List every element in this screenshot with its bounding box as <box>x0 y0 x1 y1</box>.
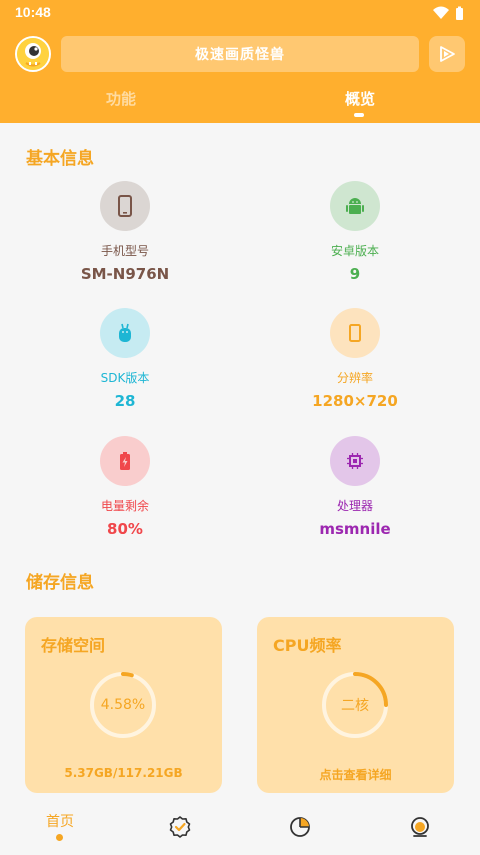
info-label: 分辨率 <box>336 371 373 385</box>
app-title-bar[interactable]: 极速画质怪兽 <box>61 36 419 72</box>
tab-indicator <box>354 113 364 117</box>
info-value: 9 <box>349 265 361 283</box>
profile-icon <box>411 817 429 837</box>
info-value: SM-N976N <box>80 265 170 283</box>
pie-chart-icon <box>290 817 310 837</box>
storage-usage: 5.37GB/117.21GB <box>64 766 183 780</box>
cpu-details-link[interactable]: 点击查看详细 <box>257 766 454 783</box>
status-time: 10:48 <box>15 4 51 20</box>
basic-info-title: 基本信息 <box>26 149 94 169</box>
cpu-card[interactable]: CPU频率 二核 点击查看详细 <box>257 617 454 793</box>
info-item-phone-model: 手机型号 SM-N976N <box>45 181 205 283</box>
tab-functions[interactable]: 功能 <box>106 88 136 109</box>
storage-card[interactable]: 存储空间 4.58% 5.37GB/117.21GB <box>25 617 222 793</box>
cpu-card-title: CPU频率 <box>273 636 342 655</box>
status-icons <box>433 6 463 20</box>
battery-status-icon <box>456 6 463 20</box>
bottom-nav: 首页 <box>0 797 480 855</box>
info-value: msmnile <box>319 520 391 538</box>
play-icon <box>440 46 455 62</box>
screen-icon <box>330 308 380 358</box>
play-button[interactable] <box>429 36 465 72</box>
nav-badge[interactable] <box>120 797 240 855</box>
status-bar: 10:48 <box>0 0 480 26</box>
phone-icon <box>100 181 150 231</box>
app-header: 10:48 极速画质怪兽 功能 概览 <box>0 0 480 123</box>
info-label: 手机型号 <box>100 244 149 258</box>
info-item-resolution: 分辨率 1280×720 <box>275 308 435 410</box>
nav-home-label: 首页 <box>46 814 74 830</box>
nav-home[interactable]: 首页 <box>0 797 120 855</box>
info-item-android-version: 安卓版本 9 <box>275 181 435 283</box>
info-label: 电量剩余 <box>100 499 149 513</box>
info-label: 安卓版本 <box>330 244 379 258</box>
nav-profile[interactable] <box>360 797 480 855</box>
app-title: 极速画质怪兽 <box>195 47 285 63</box>
badge-check-icon <box>169 816 191 838</box>
tab-overview[interactable]: 概览 <box>345 88 375 109</box>
info-item-processor: 处理器 msmnile <box>275 436 435 538</box>
phone-screen: 10:48 极速画质怪兽 功能 概览 基本信息 手机型号 SM-N976N 安卓… <box>0 0 480 855</box>
cpu-core-count: 二核 <box>341 698 369 714</box>
info-item-battery: 电量剩余 80% <box>45 436 205 538</box>
android-icon <box>330 181 380 231</box>
battery-icon <box>100 436 150 486</box>
wifi-icon <box>433 6 449 19</box>
overview-content[interactable]: 基本信息 手机型号 SM-N976N 安卓版本 9 SDK版本 28 分辨率 1… <box>0 123 480 793</box>
info-label: 处理器 <box>336 499 373 513</box>
info-value: 1280×720 <box>312 392 398 410</box>
avatar[interactable] <box>15 36 51 72</box>
storage-percent: 4.58% <box>100 697 146 713</box>
chip-icon <box>330 436 380 486</box>
nav-active-dot <box>56 834 63 841</box>
info-item-sdk-version: SDK版本 28 <box>45 308 205 410</box>
nav-stats[interactable] <box>240 797 360 855</box>
info-label: SDK版本 <box>100 371 150 385</box>
sdk-icon <box>100 308 150 358</box>
storage-card-title: 存储空间 <box>41 636 106 655</box>
monster-logo-icon <box>17 38 49 70</box>
info-value: 28 <box>114 392 136 410</box>
info-value: 80% <box>107 520 143 538</box>
storage-info-title: 储存信息 <box>26 573 94 593</box>
